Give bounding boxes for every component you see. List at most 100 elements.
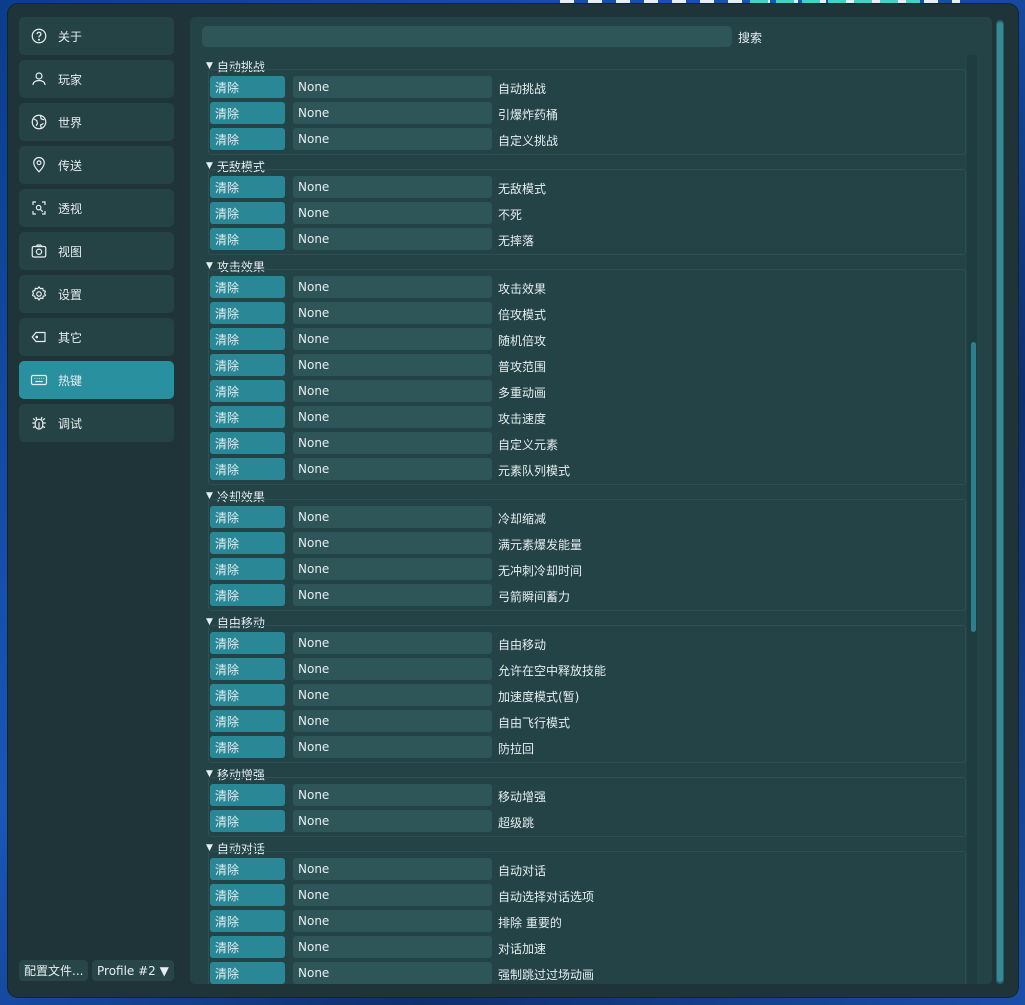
search-label: 搜索 <box>738 31 763 45</box>
hotkey-row: 清除 None 无摔落 <box>202 227 967 253</box>
hotkey-field[interactable]: None <box>293 176 492 198</box>
hotkey-row: 清除 None 自由飞行模式 <box>202 709 967 735</box>
hotkey-row: 清除 None 超级跳 <box>202 809 967 835</box>
search-input[interactable] <box>202 26 732 47</box>
clear-button[interactable]: 清除 <box>210 710 285 732</box>
sidebar-item-label: 传送 <box>58 158 83 173</box>
hotkey-row: 清除 None 弓箭瞬间蓄力 <box>202 583 967 609</box>
clear-button[interactable]: 清除 <box>210 884 285 906</box>
hotkey-field[interactable]: None <box>293 432 492 454</box>
hotkey-row: 清除 None 冷却缩减 <box>202 505 967 531</box>
hotkey-field[interactable]: None <box>293 884 492 906</box>
sidebar-item-label: 世界 <box>58 115 83 130</box>
profile-select[interactable]: Profile #2 ▼ <box>92 960 174 981</box>
hotkey-field[interactable]: None <box>293 532 492 554</box>
clear-button[interactable]: 清除 <box>210 736 285 758</box>
hotkey-field[interactable]: None <box>293 276 492 298</box>
hotkey-field[interactable]: None <box>293 102 492 124</box>
clear-button[interactable]: 清除 <box>210 858 285 880</box>
hotkey-field[interactable]: None <box>293 328 492 350</box>
hotkey-field[interactable]: None <box>293 684 492 706</box>
sidebar-item-other[interactable]: 其它 <box>19 318 174 356</box>
clear-button[interactable]: 清除 <box>210 102 285 124</box>
clear-button[interactable]: 清除 <box>210 558 285 580</box>
clear-button[interactable]: 清除 <box>210 810 285 832</box>
clear-button[interactable]: 清除 <box>210 406 285 428</box>
hotkey-row: 清除 None 自由移动 <box>202 631 967 657</box>
sidebar-item-world[interactable]: 世界 <box>19 103 174 141</box>
hotkey-field[interactable]: None <box>293 458 492 480</box>
clear-button[interactable]: 清除 <box>210 128 285 150</box>
clear-button[interactable]: 清除 <box>210 584 285 606</box>
hotkey-field[interactable]: None <box>293 76 492 98</box>
hotkey-field[interactable]: None <box>293 380 492 402</box>
hotkey-field[interactable]: None <box>293 354 492 376</box>
clear-button[interactable]: 清除 <box>210 228 285 250</box>
clear-button[interactable]: 清除 <box>210 202 285 224</box>
hotkey-label: 排除 重要的 <box>498 916 562 930</box>
hotkey-field[interactable]: None <box>293 406 492 428</box>
clear-button[interactable]: 清除 <box>210 936 285 958</box>
bug-icon <box>30 414 48 432</box>
clear-button[interactable]: 清除 <box>210 354 285 376</box>
hotkey-field[interactable]: None <box>293 128 492 150</box>
sidebar-item-hotkeys[interactable]: 热键 <box>19 361 174 399</box>
clear-button[interactable]: 清除 <box>210 432 285 454</box>
hotkey-field[interactable]: None <box>293 506 492 528</box>
hotkey-field[interactable]: None <box>293 302 492 324</box>
clear-button[interactable]: 清除 <box>210 632 285 654</box>
hotkey-field[interactable]: None <box>293 736 492 758</box>
hotkey-field[interactable]: None <box>293 632 492 654</box>
sidebar-item-debug[interactable]: 调试 <box>19 404 174 442</box>
clear-button[interactable]: 清除 <box>210 76 285 98</box>
help-circle-icon <box>30 27 48 45</box>
hotkey-field[interactable]: None <box>293 810 492 832</box>
window-scrollbar-thumb[interactable] <box>997 22 1003 982</box>
hotkey-label: 移动增强 <box>498 790 547 804</box>
hotkey-row: 清除 None 加速度模式(暂) <box>202 683 967 709</box>
hotkey-label: 自定义元素 <box>498 438 559 452</box>
hotkey-field[interactable]: None <box>293 558 492 580</box>
hotkey-field[interactable]: None <box>293 858 492 880</box>
sidebar-item-esp[interactable]: 透视 <box>19 189 174 227</box>
hotkey-field[interactable]: None <box>293 228 492 250</box>
clear-button[interactable]: 清除 <box>210 328 285 350</box>
clear-button[interactable]: 清除 <box>210 302 285 324</box>
clear-button[interactable]: 清除 <box>210 458 285 480</box>
hotkey-field[interactable]: None <box>293 936 492 958</box>
config-file-button[interactable]: 配置文件... <box>19 960 89 981</box>
app-window: 关于 玩家 世界 传送 透视 视图 设置 其它 热键 调试 配置文件... Pr… <box>8 4 1018 997</box>
clear-button[interactable]: 清除 <box>210 276 285 298</box>
sidebar-item-view[interactable]: 视图 <box>19 232 174 270</box>
clear-button[interactable]: 清除 <box>210 176 285 198</box>
hotkey-label: 自由飞行模式 <box>498 716 571 730</box>
hotkey-field[interactable]: None <box>293 658 492 680</box>
list-scrollbar-thumb[interactable] <box>971 342 976 632</box>
hotkeys-panel: 搜索 ▼ 自动挑战 清除 None 自动挑战 清除 None 引爆炸药桶 清除 None 自定义挑战… <box>190 17 992 984</box>
hotkey-field[interactable]: None <box>293 584 492 606</box>
clear-button[interactable]: 清除 <box>210 910 285 932</box>
sidebar-item-settings[interactable]: 设置 <box>19 275 174 313</box>
clear-button[interactable]: 清除 <box>210 962 285 984</box>
sidebar-item-about[interactable]: 关于 <box>19 17 174 55</box>
hotkey-label: 强制跳过过场动画 <box>498 968 595 982</box>
hotkey-label: 随机倍攻 <box>498 334 547 348</box>
clear-button[interactable]: 清除 <box>210 684 285 706</box>
hotkey-row: 清除 None 强制跳过过场动画 <box>202 961 967 984</box>
hotkey-row: 清除 None 多重动画 <box>202 379 967 405</box>
clear-button[interactable]: 清除 <box>210 380 285 402</box>
sidebar-item-player[interactable]: 玩家 <box>19 60 174 98</box>
clear-button[interactable]: 清除 <box>210 506 285 528</box>
hotkey-field[interactable]: None <box>293 910 492 932</box>
hotkey-field[interactable]: None <box>293 710 492 732</box>
clear-button[interactable]: 清除 <box>210 658 285 680</box>
hotkey-label: 满元素爆发能量 <box>498 538 583 552</box>
sidebar: 关于 玩家 世界 传送 透视 视图 设置 其它 热键 调试 配置文件... Pr… <box>8 4 188 997</box>
hotkey-field[interactable]: None <box>293 962 492 984</box>
sidebar-item-teleport[interactable]: 传送 <box>19 146 174 184</box>
clear-button[interactable]: 清除 <box>210 532 285 554</box>
hotkey-field[interactable]: None <box>293 784 492 806</box>
hotkey-label: 自定义挑战 <box>498 134 559 148</box>
clear-button[interactable]: 清除 <box>210 784 285 806</box>
hotkey-field[interactable]: None <box>293 202 492 224</box>
